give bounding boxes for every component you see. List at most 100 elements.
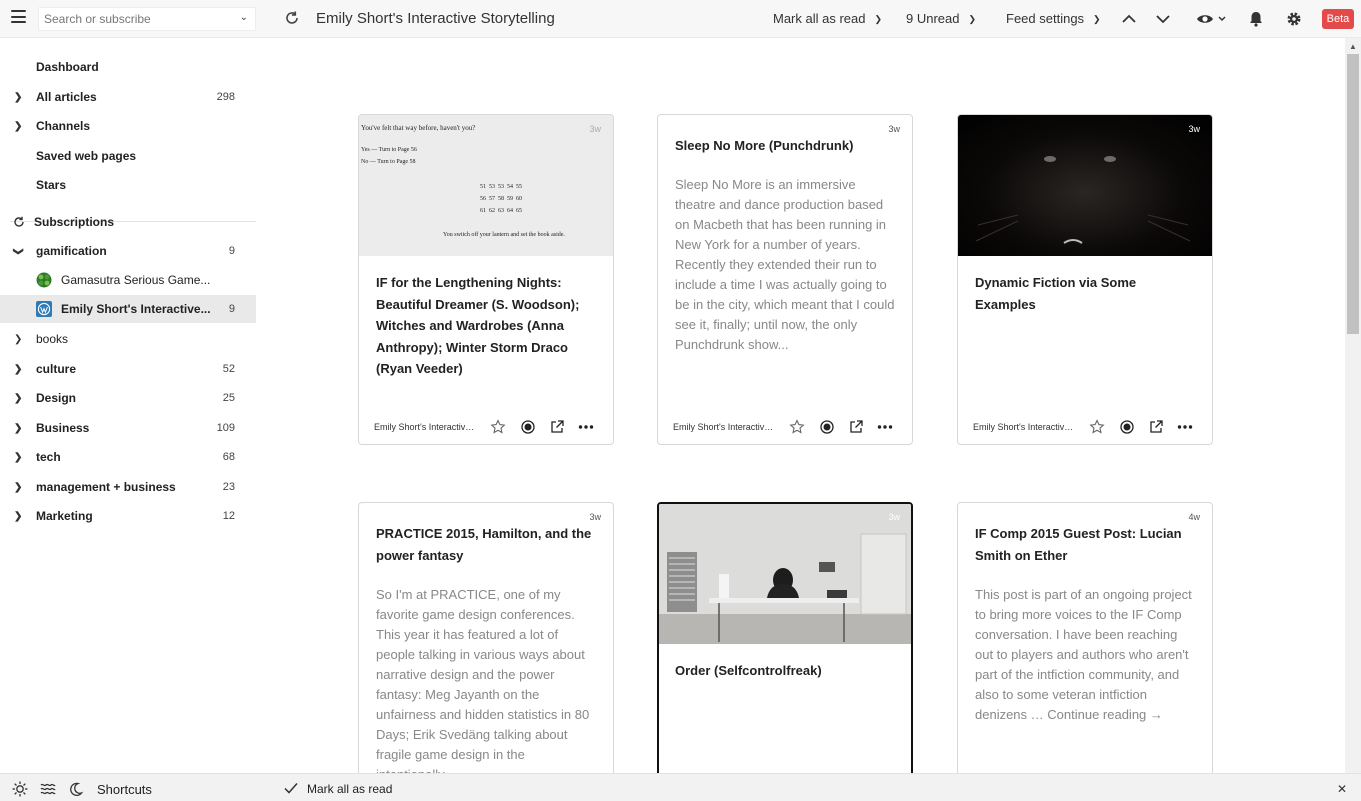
mark-read-icon[interactable] (520, 419, 536, 435)
sidebar-folder-design[interactable]: ❯ Design 25 (0, 384, 256, 412)
chevron-down-icon[interactable] (1153, 9, 1173, 29)
article-source[interactable]: Emily Short's Interactive Storytelling (973, 422, 1077, 432)
mark-all-read-button[interactable]: Mark all as read (307, 782, 392, 796)
sidebar-folder-culture[interactable]: ❯ culture 52 (0, 355, 256, 383)
external-link-icon[interactable] (848, 419, 864, 435)
scroll-up-icon[interactable]: ▲ (1349, 42, 1357, 51)
sidebar-folder-management-business[interactable]: ❯ management + business 23 (0, 473, 256, 501)
chevron-down-icon[interactable]: ⌄ (240, 12, 248, 23)
more-options-icon[interactable] (578, 419, 594, 435)
sun-icon[interactable] (12, 781, 28, 797)
article-title[interactable]: Sleep No More (Punchdrunk) (675, 135, 897, 157)
article-source[interactable]: Emily Short's Interactive Storytelling (374, 422, 478, 432)
unread-count: 52 (222, 363, 235, 375)
close-icon[interactable]: ✕ (1337, 782, 1347, 796)
more-options-icon[interactable] (1177, 419, 1193, 435)
article-thumbnail (659, 504, 911, 644)
article-card[interactable]: 4w IF Comp 2015 Guest Post: Lucian Smith… (957, 502, 1213, 773)
thumb-text: Yes — Turn to Page 56 (361, 147, 417, 153)
chevron-right-icon[interactable]: ❯ (14, 121, 22, 132)
hamburger-menu-icon[interactable] (11, 10, 26, 23)
moon-icon[interactable] (68, 781, 84, 797)
thumb-text: 51 53 53 54 55 (480, 184, 522, 190)
sidebar-feed-emily-short[interactable]: Emily Short's Interactive... 9 (0, 295, 256, 323)
sidebar-item-stars[interactable]: Stars (0, 171, 256, 199)
article-card[interactable]: 3w Sleep No More (Punchdrunk) Sleep No M… (657, 114, 913, 445)
sidebar-item-channels[interactable]: ❯ Channels (0, 112, 256, 140)
sidebar-item-label: Design (36, 391, 77, 405)
gear-icon[interactable] (1284, 9, 1304, 29)
external-link-icon[interactable] (549, 419, 565, 435)
feed-settings-dropdown[interactable]: Feed settings ❯ (1006, 11, 1101, 26)
chevron-right-icon[interactable]: ❯ (14, 364, 22, 375)
unread-count: 12 (222, 510, 235, 522)
article-footer: Emily Short's Interactive Storytelling (973, 419, 1203, 435)
sidebar-folder-books[interactable]: ❯ books (0, 325, 256, 353)
mark-read-icon[interactable] (1119, 419, 1135, 435)
gamasutra-favicon-icon (36, 272, 52, 288)
checkmark-icon[interactable] (283, 780, 299, 796)
refresh-icon[interactable] (283, 9, 301, 27)
article-title[interactable]: IF for the Lengthening Nights: Beautiful… (376, 272, 598, 380)
chevron-right-icon[interactable]: ❯ (14, 92, 22, 103)
sidebar-item-label: Emily Short's Interactive... (61, 302, 211, 316)
sidebar-item-label: Subscriptions (34, 215, 115, 229)
sidebar-item-subscriptions[interactable]: Subscriptions (0, 208, 256, 236)
article-age: 3w (589, 124, 601, 134)
waves-icon[interactable] (40, 781, 56, 797)
article-age: 3w (888, 512, 900, 522)
sidebar-item-all-articles[interactable]: ❯ All articles 298 (0, 83, 256, 111)
search-input[interactable] (44, 12, 234, 26)
mark-read-icon[interactable] (819, 419, 835, 435)
star-icon[interactable] (1089, 419, 1105, 435)
sidebar-item-saved-web-pages[interactable]: Saved web pages (0, 142, 256, 170)
sidebar-feed-gamasutra[interactable]: Gamasutra Serious Game... (0, 266, 256, 294)
sidebar-folder-tech[interactable]: ❯ tech 68 (0, 443, 256, 471)
chevron-right-icon[interactable]: ❯ (14, 511, 22, 522)
article-excerpt: So I'm at PRACTICE, one of my favorite g… (376, 587, 590, 773)
mark-all-read-label: Mark all as read (773, 11, 866, 26)
sidebar-folder-gamification[interactable]: ❯ gamification 9 (0, 237, 256, 265)
scrollbar[interactable]: ▲ (1345, 38, 1361, 773)
chevron-right-icon[interactable]: ❯ (14, 452, 22, 463)
chevron-right-icon[interactable]: ❯ (14, 482, 22, 493)
star-icon[interactable] (490, 419, 506, 435)
sidebar-item-label: Dashboard (36, 60, 99, 74)
star-icon[interactable] (789, 419, 805, 435)
article-card[interactable]: You've felt that way before, haven't you… (358, 114, 614, 445)
sidebar-item-label: All articles (36, 90, 97, 104)
chevron-up-icon[interactable] (1119, 9, 1139, 29)
sidebar-item-label: Marketing (36, 509, 93, 523)
unread-filter-dropdown[interactable]: 9 Unread ❯ (906, 11, 976, 26)
shortcuts-button[interactable]: Shortcuts (97, 782, 152, 797)
sidebar-item-label: Saved web pages (36, 149, 137, 163)
scrollbar-thumb[interactable] (1347, 54, 1359, 334)
sidebar-item-label: Business (36, 421, 90, 435)
article-title[interactable]: PRACTICE 2015, Hamilton, and the power f… (376, 523, 598, 566)
refresh-icon[interactable] (12, 215, 26, 229)
article-title[interactable]: IF Comp 2015 Guest Post: Lucian Smith on… (975, 523, 1197, 566)
article-card[interactable]: 3w PRACTICE 2015, Hamilton, and the powe… (358, 502, 614, 773)
mark-all-read-dropdown[interactable]: Mark all as read ❯ (773, 11, 882, 26)
sidebar-item-dashboard[interactable]: Dashboard (0, 53, 256, 81)
sidebar-folder-marketing[interactable]: ❯ Marketing 12 (0, 502, 256, 530)
article-title[interactable]: Dynamic Fiction via Some Examples (975, 272, 1197, 315)
chevron-down-icon[interactable]: ❯ (13, 247, 24, 255)
sidebar-folder-business[interactable]: ❯ Business 109 (0, 414, 256, 442)
wordpress-favicon-icon (36, 301, 52, 317)
sidebar-item-label: tech (36, 450, 61, 464)
article-card[interactable]: 3w Dynamic Fiction via Some Examples Emi… (957, 114, 1213, 445)
article-card[interactable]: 3w Order (Selfcontrolfreak) (657, 502, 913, 773)
external-link-icon[interactable] (1148, 419, 1164, 435)
bell-icon[interactable] (1246, 9, 1266, 29)
article-title[interactable]: Order (Selfcontrolfreak) (675, 660, 897, 682)
eye-icon[interactable] (1195, 9, 1227, 29)
chevron-right-icon[interactable]: ❯ (14, 393, 22, 404)
search-box[interactable]: ⌄ (38, 7, 256, 31)
beta-badge[interactable]: Beta (1322, 9, 1354, 29)
article-source[interactable]: Emily Short's Interactive Storytelling (673, 422, 777, 432)
chevron-right-icon[interactable]: ❯ (14, 334, 22, 345)
more-options-icon[interactable] (877, 419, 893, 435)
unread-count: 9 (228, 303, 235, 315)
chevron-right-icon[interactable]: ❯ (14, 423, 22, 434)
